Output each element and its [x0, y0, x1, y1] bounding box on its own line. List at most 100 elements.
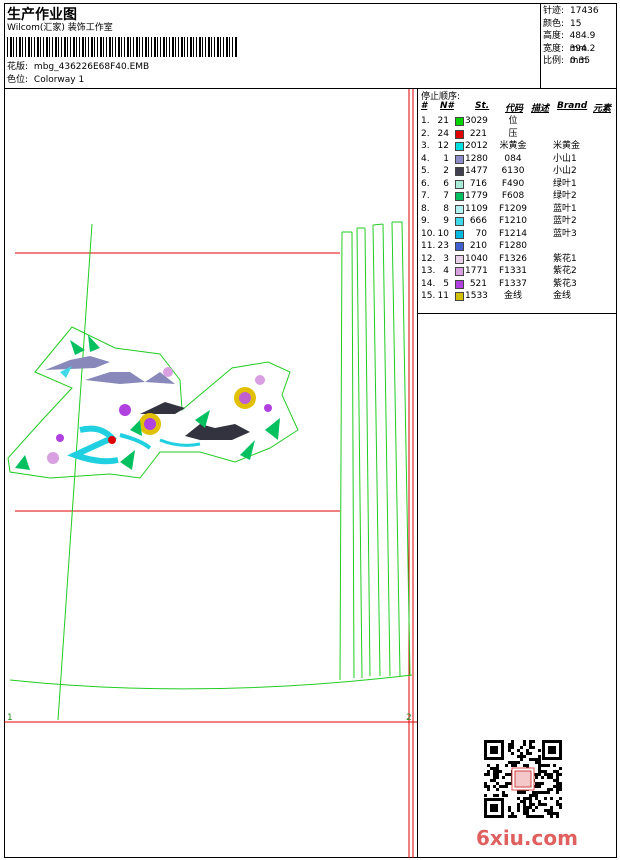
stop-code: F1280: [498, 241, 528, 251]
table-bottom-divider: [417, 313, 617, 314]
stop-index: 1.: [421, 116, 430, 126]
stop-color-swatch: [455, 192, 464, 201]
stop-index: 13.: [421, 266, 436, 276]
stop-row: 5. 2 1477 6130 小山2: [421, 165, 617, 178]
stop-color-swatch: [455, 179, 464, 189]
stop-color-swatch: [455, 292, 464, 301]
stop-color-swatch: [455, 167, 464, 176]
stop-index: 12.: [421, 253, 436, 264]
stop-code: F490: [501, 178, 525, 189]
stop-needle: 4: [443, 266, 449, 276]
stop-needle: 1: [443, 153, 449, 164]
stop-description: 蓝叶3: [553, 228, 577, 239]
stop-row: 12. 3 1040 F1326 紫花1: [421, 253, 617, 266]
stop-row: 8. 8 1109 F1209 蓝叶1: [421, 203, 617, 216]
stop-color-swatch: [455, 229, 464, 239]
stop-code: 压: [508, 128, 518, 139]
design-value: mbg_436226E68F40.EMB: [33, 62, 150, 72]
stop-index: 8.: [421, 203, 430, 214]
stop-stitches: 1779: [465, 191, 488, 201]
stop-stitches: 716: [469, 178, 487, 189]
stop-row: 3. 12 2012 米黄金 米黄金: [421, 140, 617, 153]
stop-code: F1331: [498, 266, 528, 276]
stop-row: 7. 7 1779 F608 绿叶2: [421, 190, 617, 203]
stop-row: 11. 23 210 F1280: [421, 240, 617, 253]
stat-width: 宽度: 394.2 mm: [543, 43, 596, 67]
stop-description: 蓝叶1: [553, 203, 577, 214]
stop-stitches: 221: [469, 128, 487, 139]
stop-row: 2. 24 221 压: [421, 128, 617, 141]
sidebar-divider: [417, 88, 418, 858]
header-divider: [4, 88, 617, 89]
stop-code: 6130: [501, 166, 525, 176]
stop-color-swatch: [455, 142, 464, 151]
page-title: 生产作业图: [7, 7, 77, 23]
stop-stitches: 3029: [465, 116, 488, 126]
stop-description: 小山1: [553, 153, 577, 164]
col-description: 描述: [531, 104, 550, 114]
stop-needle: 5: [443, 278, 449, 289]
stop-row: 14. 5 521 F1337 紫花3: [421, 278, 617, 291]
stop-row: 15. 11 1533 金线 金线: [421, 290, 617, 303]
stop-description: 绿叶2: [553, 191, 577, 201]
stop-index: 15.: [421, 291, 436, 301]
stop-color-swatch: [455, 279, 464, 289]
seal-stamp: [514, 772, 528, 786]
stop-needle: 10: [437, 228, 449, 239]
col-index: #: [421, 101, 428, 111]
stop-index: 3.: [421, 141, 430, 151]
stop-stitches: 1040: [465, 253, 488, 264]
colorway-label: 色位:: [7, 75, 29, 85]
col-code: 代码: [505, 104, 524, 114]
stop-color-swatch: [455, 117, 464, 126]
design-name: 花版: mbg_436226E68F40.EMB: [7, 62, 149, 73]
stop-color-swatch: [455, 254, 464, 264]
stop-needle: 23: [437, 241, 449, 251]
stop-needle: 24: [437, 128, 449, 139]
stop-description: 绿叶1: [553, 178, 577, 189]
stop-stitches: 1771: [465, 266, 488, 276]
stop-needle: 9: [443, 216, 449, 226]
stop-code: F1326: [498, 253, 528, 264]
stop-row: 10. 10 70 F1214 蓝叶3: [421, 228, 617, 241]
stop-stitches: 210: [469, 241, 487, 251]
stop-needle: 6: [443, 178, 449, 189]
stop-index: 14.: [421, 278, 436, 289]
stat-stitches: 针迹: 17436: [543, 6, 599, 16]
stop-stitches: 2012: [465, 141, 488, 151]
col-element: 元素: [593, 104, 612, 114]
stop-needle: 3: [443, 253, 449, 264]
stop-index: 10.: [421, 228, 436, 239]
stop-code: F1337: [498, 278, 528, 289]
col-needle: N#: [440, 101, 454, 111]
stop-description: 紫花2: [553, 266, 577, 276]
watermark-logo: 6xiu.com: [476, 826, 578, 850]
stop-index: 11.: [421, 241, 436, 251]
marker-right: 2: [406, 713, 412, 723]
marker-left: 1: [7, 713, 13, 723]
stop-code: F1209: [498, 203, 528, 214]
stat-colors: 颜色: 15: [543, 18, 582, 29]
stop-color-swatch: [455, 129, 464, 139]
stop-stitches: 1533: [465, 291, 488, 301]
stop-code: F608: [501, 191, 525, 201]
stop-stitches: 1280: [465, 153, 488, 164]
stop-description: 米黄金: [553, 141, 581, 151]
stop-code: 米黄金: [499, 141, 527, 151]
design-label: 花版:: [7, 62, 29, 72]
stop-color-swatch: [455, 154, 464, 164]
stop-row: 6. 6 716 F490 绿叶1: [421, 178, 617, 191]
stop-stitches: 1477: [465, 166, 488, 176]
stop-description: 小山2: [553, 166, 577, 176]
stat-height: 高度: 484.9 mm: [543, 31, 596, 54]
stats-panel: 针迹: 17436 颜色: 15 高度: 484.9 mm 宽度: 394.2 mm 比…: [543, 5, 615, 68]
stop-needle: 8: [443, 203, 449, 214]
stop-needle: 21: [437, 116, 449, 126]
stop-needle: 11: [437, 291, 449, 301]
col-brand: Brand: [557, 101, 588, 111]
stop-sequence-rows: 1. 21 3029 位 2. 24 221 压 3. 12 2012 米黄金 米黄金 4. 1 1280 08…: [421, 115, 617, 303]
stop-code: 084: [504, 153, 522, 164]
stop-index: 4.: [421, 153, 430, 164]
stop-code: 金线: [503, 291, 522, 301]
stop-stitches: 1109: [465, 203, 488, 214]
